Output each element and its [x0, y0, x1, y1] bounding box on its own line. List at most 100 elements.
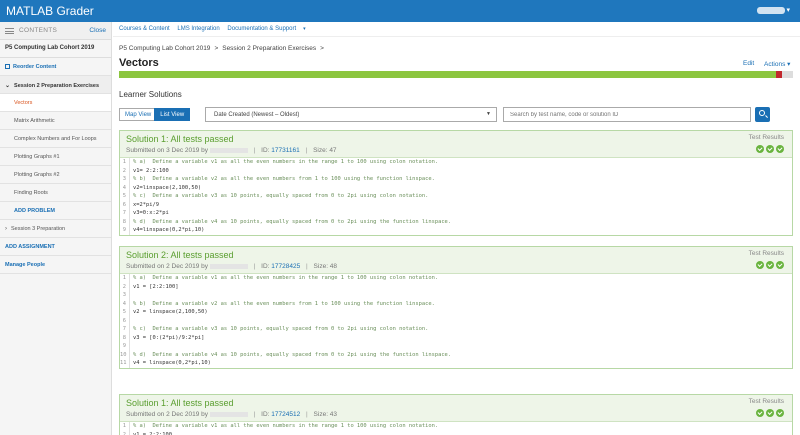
line-number: 10	[120, 350, 130, 359]
solution-meta: Submitted on 3 Dec 2019 by | ID: 1773116…	[126, 147, 337, 154]
solution-meta: Submitted on 2 Dec 2019 by | ID: 1772842…	[126, 263, 338, 270]
map-view-button[interactable]: Map View	[119, 108, 158, 121]
code-text: v2=linspace(2,100,50)	[133, 184, 202, 191]
code-line: 3	[120, 291, 792, 300]
menu-icon[interactable]	[5, 28, 14, 34]
code-text: % a) Define a variable v1 as all the eve…	[133, 423, 439, 429]
code-text: v1 = [2:2:100]	[133, 283, 179, 290]
reorder-content-link[interactable]: Reorder Content	[0, 58, 111, 76]
search-input[interactable]	[503, 107, 751, 122]
avatar	[756, 6, 785, 14]
check-icon	[756, 145, 764, 153]
line-number: 7	[120, 325, 130, 334]
breadcrumb-course[interactable]: P5 Computing Lab Cohort 2019	[119, 45, 210, 52]
check-icon	[756, 409, 764, 417]
code-text: % b) Define a variable v2 as all the eve…	[133, 300, 435, 307]
test-results-checks	[754, 145, 784, 155]
lms-integration-link[interactable]: LMS Integration	[177, 26, 219, 32]
line-number: 5	[120, 192, 130, 201]
sidebar-item-plotting-graphs-1[interactable]: Plotting Graphs #1	[0, 148, 111, 166]
code-line: 2 v1 = [2:2:100]	[120, 282, 792, 291]
code-line: 1% a) Define a variable v1 as all the ev…	[120, 422, 792, 431]
test-results-checks	[754, 409, 784, 419]
redacted-name	[209, 263, 248, 269]
code-line: 1% a) Define a variable v1 as all the ev…	[120, 274, 792, 283]
code-line: 2 v1 = 2:2:100	[120, 430, 792, 435]
code-block: 1% a) Define a variable v1 as all the ev…	[120, 274, 792, 368]
solution-card[interactable]: Solution 2: All tests passed Submitted o…	[119, 246, 793, 369]
code-text: x=2*pi/9	[133, 201, 159, 208]
course-title[interactable]: P5 Computing Lab Cohort 2019	[0, 40, 111, 58]
code-line: 2 v1= 2:2:100	[120, 166, 792, 175]
redacted-name	[209, 147, 248, 153]
sidebar-header: CONTENTS Close	[0, 22, 111, 40]
main-content: Courses & Content LMS Integration Docume…	[113, 22, 800, 435]
line-number: 6	[120, 316, 130, 325]
code-text: v3 = [0:(2*pi)/9:2*pi]	[133, 334, 205, 341]
breadcrumb-section[interactable]: Session 2 Preparation Exercises	[222, 45, 316, 52]
list-view-button[interactable]: List View	[154, 108, 191, 121]
search-button[interactable]	[755, 107, 770, 122]
edit-link[interactable]: Edit	[743, 60, 754, 67]
code-block: 1% a) Define a variable v1 as all the ev…	[120, 158, 792, 235]
code-text: v3=0:x:2*pi	[133, 210, 169, 216]
line-number: 4	[120, 183, 130, 192]
manage-people-link[interactable]: Manage People	[0, 256, 111, 274]
test-results-label: Test Results	[748, 250, 784, 257]
sub-navigation: Courses & Content LMS Integration Docume…	[113, 22, 800, 37]
documentation-support-link[interactable]: Documentation & Support ▾	[227, 26, 311, 32]
code-text: v1= 2:2:100	[133, 167, 169, 174]
sidebar-item-matrix-arithmetic[interactable]: Matrix Arithmetic	[0, 112, 111, 130]
code-text: % a) Define a variable v1 as all the eve…	[133, 275, 439, 281]
code-line: 7% c) Define a variable v3 as 10 points,…	[120, 325, 792, 334]
code-line: 4 v2=linspace(2,100,50)	[120, 183, 792, 192]
sidebar-section-session-2[interactable]: ⌄ Session 2 Preparation Exercises	[0, 76, 111, 94]
code-line: 10% d) Define a variable v4 as 10 points…	[120, 350, 792, 359]
view-toggle: Map View List View	[119, 108, 191, 121]
code-line: 9 v4=linspace(0,2*pi,10)	[120, 226, 792, 235]
chevron-right-icon: ›	[5, 226, 7, 232]
sidebar-section-session-3[interactable]: › Session 3 Preparation	[0, 220, 111, 238]
solution-id-link[interactable]: 17724512	[271, 411, 300, 418]
code-line: 6 x=2*pi/9	[120, 200, 792, 209]
user-menu[interactable]: ▾	[756, 6, 790, 14]
code-line: 5% c) Define a variable v3 as 10 points,…	[120, 192, 792, 201]
line-number: 8	[120, 217, 130, 226]
solution-title[interactable]: Solution 1: All tests passed	[126, 398, 234, 408]
chevron-down-icon: ▾	[786, 7, 790, 14]
learner-solutions-heading: Learner Solutions	[119, 90, 182, 99]
courses-content-link[interactable]: Courses & Content	[119, 26, 170, 32]
caret-down-icon: ▾	[303, 26, 306, 32]
sidebar-item-complex-numbers[interactable]: Complex Numbers and For Loops	[0, 130, 111, 148]
sidebar-item-finding-roots[interactable]: Finding Roots	[0, 184, 111, 202]
sidebar-item-plotting-graphs-2[interactable]: Plotting Graphs #2	[0, 166, 111, 184]
caret-down-icon: ▾	[787, 61, 791, 68]
code-line: 5 v2 = linspace(2,100,50)	[120, 308, 792, 317]
solution-card[interactable]: Solution 1: All tests passed Submitted o…	[119, 394, 793, 435]
code-text: % b) Define a variable v2 as all the eve…	[133, 176, 435, 182]
redacted-name	[209, 411, 248, 417]
solution-title[interactable]: Solution 2: All tests passed	[126, 250, 234, 260]
app-title: MATLAB Grader	[6, 4, 94, 18]
actions-menu[interactable]: Actions ▾	[764, 60, 790, 68]
code-text: v1 = 2:2:100	[133, 431, 172, 435]
test-results-checks	[754, 261, 784, 271]
add-assignment-button[interactable]: ADD ASSIGNMENT	[0, 238, 111, 256]
code-line: 7 v3=0:x:2*pi	[120, 209, 792, 218]
line-number: 7	[120, 209, 130, 218]
add-problem-button[interactable]: ADD PROBLEM	[0, 202, 111, 220]
sidebar-item-vectors[interactable]: Vectors	[0, 94, 111, 112]
code-block: 1% a) Define a variable v1 as all the ev…	[120, 422, 792, 435]
sort-select[interactable]: Date Created (Newest – Oldest) ▼	[205, 107, 497, 122]
breadcrumb: P5 Computing Lab Cohort 2019 > Session 2 P…	[119, 45, 328, 52]
code-text: % d) Define a variable v4 as 10 points, …	[133, 351, 452, 358]
line-number: 1	[120, 158, 130, 167]
check-icon	[766, 409, 774, 417]
solution-id-link[interactable]: 17728425	[271, 263, 300, 270]
solution-meta: Submitted on 2 Dec 2019 by | ID: 1772451…	[126, 411, 338, 418]
close-sidebar-link[interactable]: Close	[89, 27, 106, 34]
code-line: 4% b) Define a variable v2 as all the ev…	[120, 299, 792, 308]
solution-card[interactable]: Solution 1: All tests passed Submitted o…	[119, 130, 793, 236]
solution-title[interactable]: Solution 1: All tests passed	[126, 134, 234, 144]
solution-id-link[interactable]: 17731161	[271, 147, 299, 154]
